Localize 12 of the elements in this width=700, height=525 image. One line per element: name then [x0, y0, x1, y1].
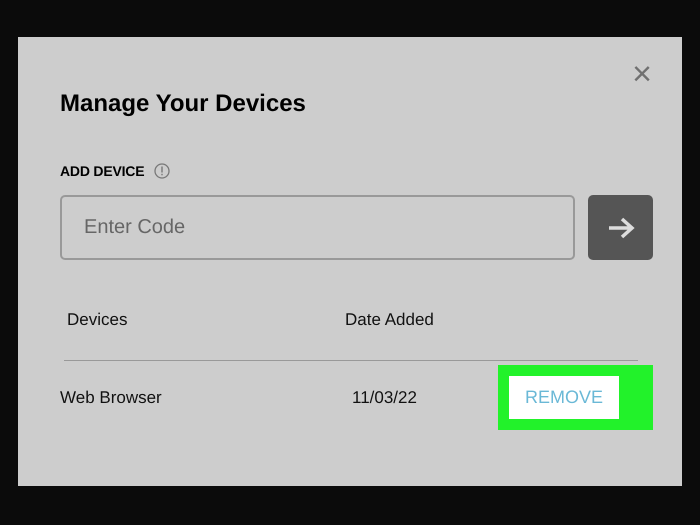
dialog-title: Manage Your Devices: [60, 89, 307, 119]
remove-button[interactable]: REMOVE: [509, 376, 619, 419]
field-label: ADD DEVICE: [60, 163, 144, 179]
info-icon: [154, 163, 170, 179]
code-input-field[interactable]: Enter Code: [60, 195, 575, 260]
close-button[interactable]: ×: [632, 59, 652, 89]
device-name: Web Browser: [60, 388, 163, 408]
submit-button[interactable]: [588, 195, 653, 260]
date-added: 11/03/22: [352, 388, 418, 408]
arrow-right-icon: [606, 216, 634, 238]
column-header: Date Added: [345, 310, 435, 330]
column-header: Devices: [67, 310, 128, 330]
